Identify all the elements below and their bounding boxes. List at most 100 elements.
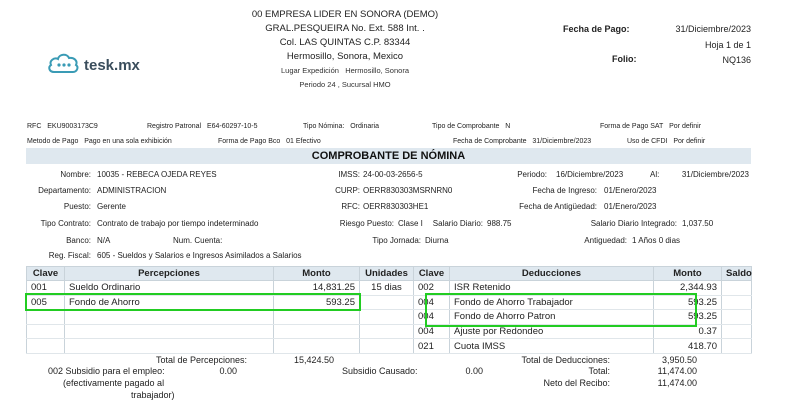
row-clave <box>26 324 65 340</box>
salario-label: Salario Diario: <box>432 219 483 228</box>
row-unidades: 15 dias <box>359 280 414 296</box>
row-unidades <box>359 338 414 354</box>
fiscal-tipo-nomina: Tipo Nómina: Ordinaria <box>303 123 380 130</box>
curp-label: CURP: <box>335 186 360 195</box>
periodo-sucursal: Periodo 24 , Sucursal HMO <box>299 80 391 89</box>
row-percepcion: Sueldo Ordinario <box>64 280 274 296</box>
subsidio-causado-value: 0.00 <box>465 366 483 376</box>
total-percepciones-value: 15,424.50 <box>293 355 334 365</box>
table-row: 004 Fondo de Ahorro Patron 593.25 <box>26 309 752 325</box>
row-clave <box>26 338 65 354</box>
neto-label: Neto del Recibo: <box>543 378 610 388</box>
row-saldo <box>721 324 752 340</box>
row-monto <box>273 338 360 354</box>
puesto-value: Gerente <box>97 202 126 211</box>
contrato-label: Tipo Contrato: <box>40 219 91 228</box>
jornada-label: Tipo Jornada: <box>372 236 421 245</box>
col-header-clave: Clave <box>26 266 65 281</box>
subsidio-note-1: (efectivamente pagado al <box>63 378 165 388</box>
payroll-table: Clave Percepciones Monto Unidades Clave … <box>26 266 752 354</box>
rfc-value: OERR830303HE1 <box>363 202 429 211</box>
row-monto-ded: 2,344.93 <box>653 280 722 296</box>
contrato-value: Contrato de trabajo por tiempo indetermi… <box>97 219 259 228</box>
antiguedad-value: 1 Años 0 dias <box>632 236 681 245</box>
row-monto: 593.25 <box>273 295 360 311</box>
row-clave <box>26 309 65 325</box>
row-clave-ded: 004 <box>413 324 450 340</box>
row-percepcion <box>64 338 274 354</box>
subsidio-causado-label: Subsidio Causado: <box>342 366 418 376</box>
row-monto <box>273 324 360 340</box>
regimen-value: 605 - Sueldos y Salarios e Ingresos Asim… <box>97 251 302 260</box>
ingreso-label: Fecha de Ingreso: <box>532 186 597 195</box>
antig-fecha-value: 01/Enero/2023 <box>604 202 657 211</box>
col-header-deducciones: Deducciones <box>449 266 654 281</box>
row-percepcion <box>64 309 274 325</box>
folio-label: Folio: <box>612 54 637 64</box>
subsidio-label: 002 Subsidio para el empleo: <box>48 366 165 376</box>
row-unidades <box>359 324 414 340</box>
subsidio-value: 0.00 <box>219 366 237 376</box>
fiscal-forma-pago-sat: Forma de Pago SAT Por definir <box>600 123 702 130</box>
table-header-row: Clave Percepciones Monto Unidades Clave … <box>26 266 752 281</box>
total-value: 11,474.00 <box>657 366 697 376</box>
row-deduccion: Fondo de Ahorro Trabajador <box>449 295 654 311</box>
sdi-label: Salario Diario Integrado: <box>590 219 677 228</box>
fiscal-fecha-comprobante: Fecha de Comprobante 31/Diciembre/2023 <box>453 138 592 145</box>
row-clave-ded: 004 <box>413 295 450 311</box>
banco-value: N/A <box>97 236 111 245</box>
fiscal-registro: Registro Patronal E64-60297-10-5 <box>147 123 258 130</box>
row-saldo <box>721 295 752 311</box>
cuenta-label: Num. Cuenta: <box>173 236 223 245</box>
nombre-label: Nombre: <box>60 170 91 179</box>
nombre-value: 10035 - REBECA OJEDA REYES <box>97 170 217 179</box>
total-label: Total: <box>588 366 610 376</box>
fiscal-tipo-comprobante: Tipo de Comprobante N <box>432 123 511 130</box>
page-title: COMPROBANTE DE NÓMINA <box>26 148 751 164</box>
cloud-logo-icon <box>46 50 80 81</box>
row-unidades <box>359 295 414 311</box>
col-header-clave-ded: Clave <box>413 266 450 281</box>
row-saldo <box>721 309 752 325</box>
company-header: 00 EMPRESA LIDER EN SONORA (DEMO) GRAL.P… <box>195 8 495 92</box>
antig-fecha-label: Fecha de Antigüedad: <box>519 202 597 211</box>
table-row: 001 Sueldo Ordinario 14,831.25 15 dias 0… <box>26 280 752 296</box>
row-deduccion: Ajuste por Redondeo <box>449 324 654 340</box>
row-clave-ded: 004 <box>413 309 450 325</box>
folio-value: NQ136 <box>722 55 751 65</box>
company-street: GRAL.PESQUEIRA No. Ext. 588 Int. . <box>265 23 425 34</box>
lugar-value: Hermosillo, Sonora <box>345 66 409 75</box>
table-row: 005 Fondo de Ahorro 593.25 004 Fondo de … <box>26 295 752 311</box>
imss-value: 24-00-03-2656-5 <box>363 170 423 179</box>
row-unidades <box>359 309 414 325</box>
logo-text: tesk.mx <box>84 57 140 74</box>
row-saldo <box>721 338 752 354</box>
row-percepcion <box>64 324 274 340</box>
row-saldo <box>721 280 752 296</box>
table-row: 021 Cuota IMSS 418.70 <box>26 338 752 354</box>
fecha-pago-value: 31/Diciembre/2023 <box>675 24 751 34</box>
banco-label: Banco: <box>66 236 91 245</box>
jornada-value: Diurna <box>425 236 449 245</box>
subsidio-note-2: trabajador) <box>131 390 175 400</box>
fiscal-metodo-pago: Metodo de Pago Pago en una sola exhibici… <box>27 138 172 145</box>
periodo-label: Periodo: <box>517 170 547 179</box>
row-deduccion: Cuota IMSS <box>449 338 654 354</box>
al-value: 31/Diciembre/2023 <box>681 170 749 179</box>
fecha-pago-label: Fecha de Pago: <box>563 24 630 34</box>
antiguedad-label: Antiguedad: <box>584 236 627 245</box>
col-header-monto-ded: Monto <box>653 266 722 281</box>
table-row: 004 Ajuste por Redondeo 0.37 <box>26 324 752 340</box>
row-monto-ded: 593.25 <box>653 309 722 325</box>
curp-value: OERR830303MSRNRN0 <box>363 186 453 195</box>
page-counter: Hoja 1 de 1 <box>704 40 751 50</box>
company-name: 00 EMPRESA LIDER EN SONORA (DEMO) <box>251 9 439 20</box>
col-header-saldo: Saldo <box>721 266 752 281</box>
ingreso-value: 01/Enero/2023 <box>604 186 657 195</box>
fiscal-rfc: RFC EKU9003173C9 <box>27 123 98 130</box>
regimen-label: Reg. Fiscal: <box>48 251 91 260</box>
riesgo-label: Riesgo Puesto: <box>339 219 394 228</box>
puesto-label: Puesto: <box>63 202 91 211</box>
al-label: Al: <box>650 170 660 179</box>
row-monto <box>273 309 360 325</box>
